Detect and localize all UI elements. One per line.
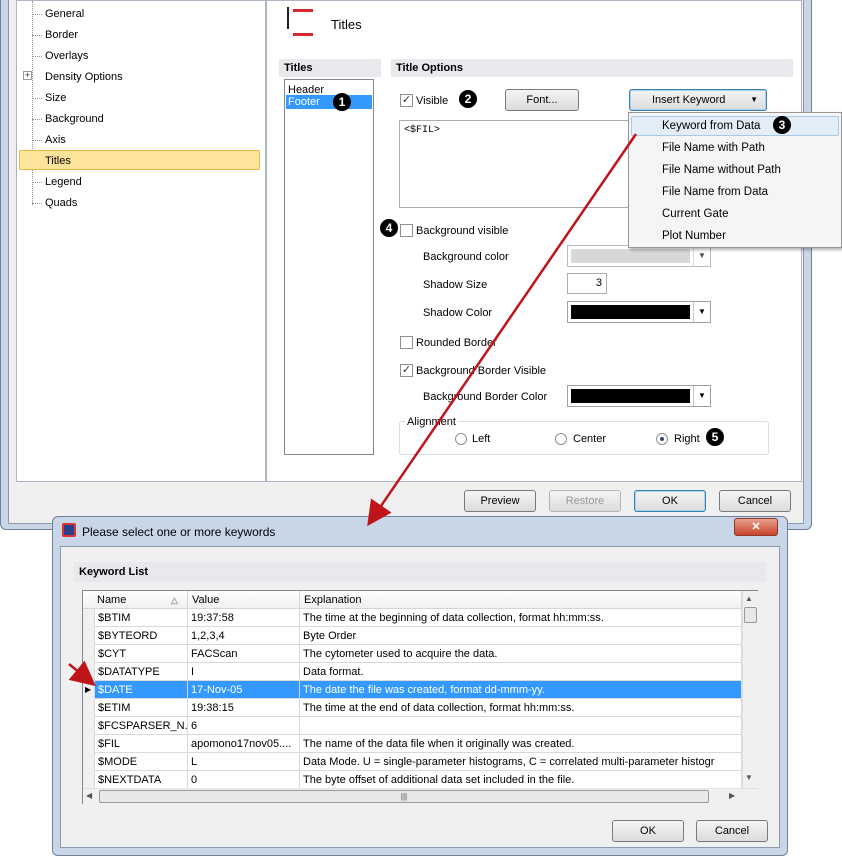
callout-arrow-to-dialog [367, 133, 638, 527]
annotation-overlay [68, 133, 638, 687]
callout-arrow-to-date-row [68, 660, 96, 687]
